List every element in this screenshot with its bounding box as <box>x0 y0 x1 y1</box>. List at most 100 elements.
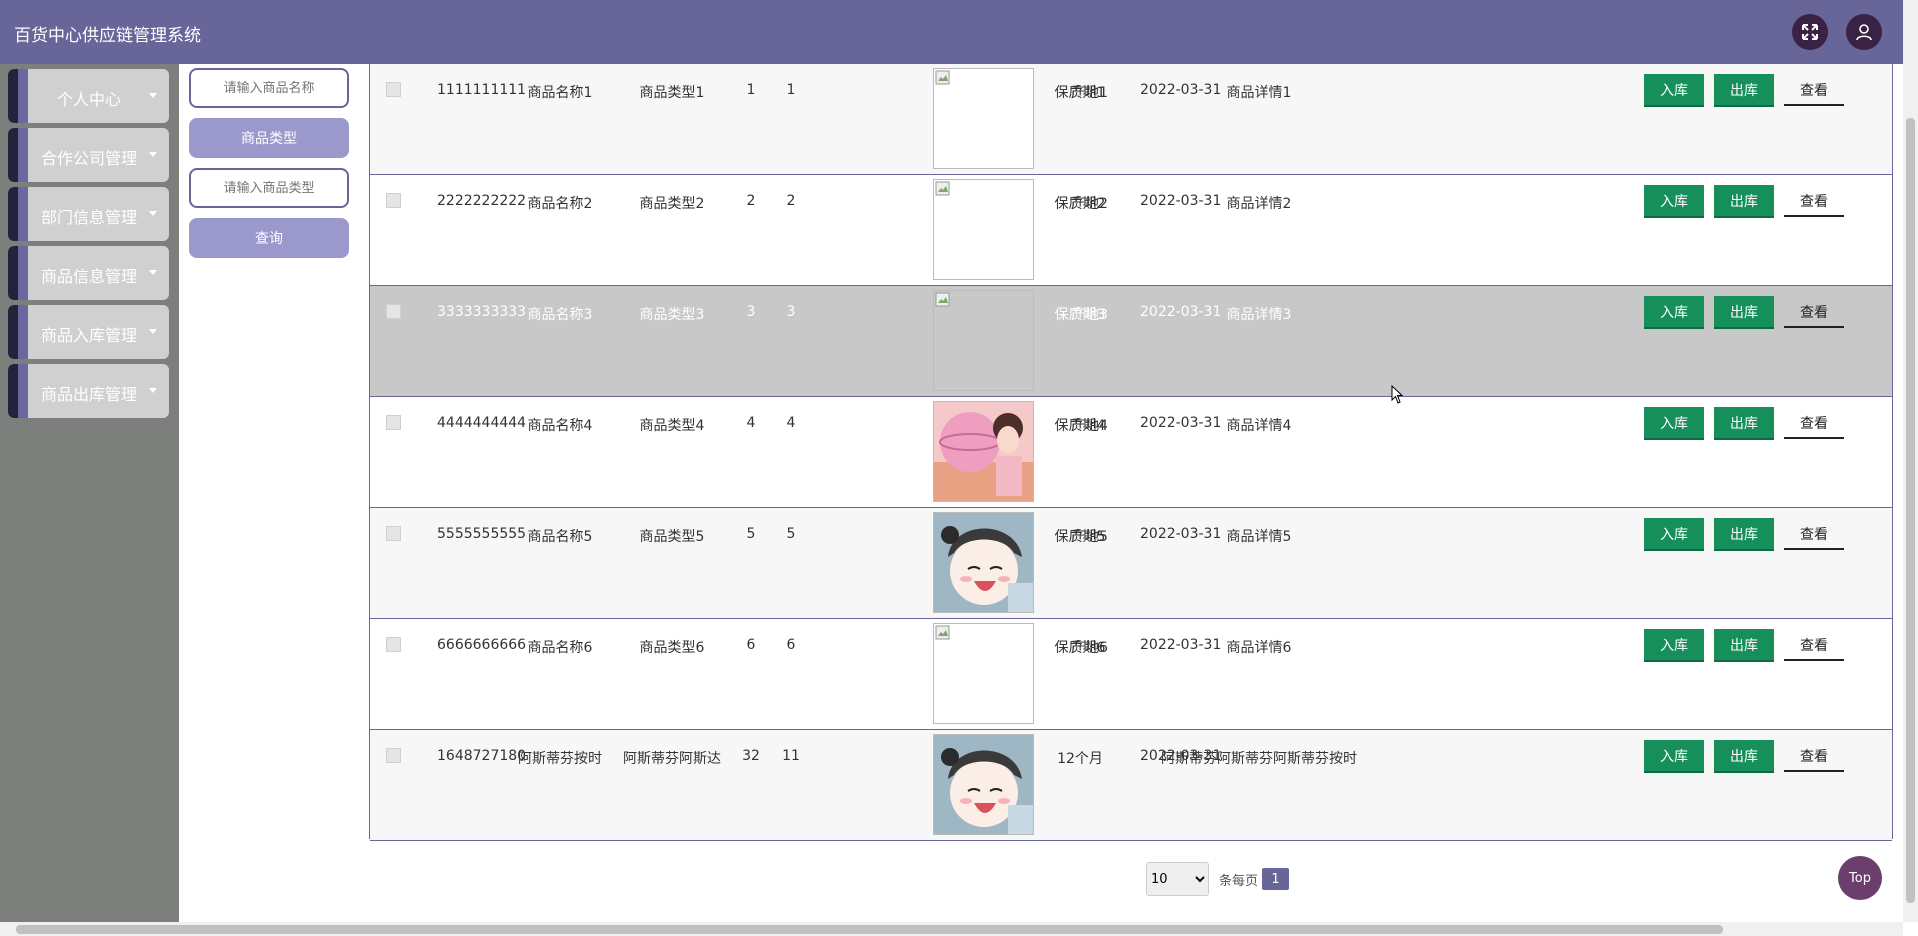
sidebar-item-stock-out[interactable]: 商品出库管理 <box>8 364 169 418</box>
product-shelf-life: 保质期2 <box>1054 196 1106 212</box>
row-checkbox[interactable] <box>386 637 401 652</box>
product-quantity: 32 <box>742 748 760 764</box>
sidebar-item-label: 部门信息管理 <box>41 208 138 227</box>
app-title: 百货中心供应链管理系统 <box>14 26 201 46</box>
user-button[interactable] <box>1846 14 1882 50</box>
page-size-select[interactable]: 10 <box>1146 862 1209 896</box>
product-name-input[interactable] <box>189 68 349 108</box>
product-image <box>933 179 1034 280</box>
product-image <box>933 401 1034 502</box>
sidebar-item-personal-center[interactable]: 个人中心 <box>8 69 169 123</box>
query-button[interactable]: 查询 <box>189 218 349 258</box>
sidebar-item-label: 合作公司管理 <box>41 149 138 168</box>
sidebar-item-label: 个人中心 <box>57 90 122 109</box>
stock-in-button[interactable]: 入库 <box>1644 629 1704 662</box>
expand-icon <box>1802 24 1818 40</box>
broken-image-icon <box>935 70 950 85</box>
view-button[interactable]: 查看 <box>1784 76 1844 106</box>
product-date: 2022-03-31 <box>1140 415 1222 431</box>
sidebar-item-partner-companies[interactable]: 合作公司管理 <box>8 128 169 182</box>
product-name: 商品名称1 <box>527 85 593 101</box>
chevron-down-icon <box>149 329 157 334</box>
table-row: 4444444444 商品名称4 商品类型4 4 4 产地4 2022-03-3… <box>370 397 1892 508</box>
product-date: 2022-03-31 <box>1140 526 1222 542</box>
menu-accent <box>18 305 28 359</box>
sidebar: 个人中心 合作公司管理 部门信息管理 商品信息管理 商品入库管理 商品出库管理 <box>0 64 179 922</box>
scroll-thumb[interactable] <box>16 925 1723 934</box>
chevron-down-icon <box>149 93 157 98</box>
user-icon <box>1856 24 1872 41</box>
stock-in-button[interactable]: 入库 <box>1644 296 1704 329</box>
stock-in-button[interactable]: 入库 <box>1644 185 1704 218</box>
row-checkbox[interactable] <box>386 304 401 319</box>
product-id: 1111111111 <box>437 82 527 98</box>
product-stock: 2 <box>786 193 796 209</box>
per-page-label: 条每页 <box>1219 873 1259 889</box>
product-date: 2022-03-31 <box>1140 193 1222 209</box>
stock-in-button[interactable]: 入库 <box>1644 74 1704 107</box>
sidebar-item-products[interactable]: 商品信息管理 <box>8 246 169 300</box>
menu-accent <box>18 128 28 182</box>
stock-out-button[interactable]: 出库 <box>1714 74 1774 107</box>
product-date: 2022-03-31 <box>1140 304 1222 320</box>
product-id: 4444444444 <box>437 415 527 431</box>
fullscreen-button[interactable] <box>1792 14 1828 50</box>
product-type-button[interactable]: 商品类型 <box>189 118 349 158</box>
vertical-scrollbar[interactable] <box>1903 0 1918 922</box>
chevron-down-icon <box>149 270 157 275</box>
stock-out-button[interactable]: 出库 <box>1714 518 1774 551</box>
view-button[interactable]: 查看 <box>1784 631 1844 661</box>
product-stock: 5 <box>786 526 796 542</box>
product-stock: 1 <box>786 82 796 98</box>
sidebar-item-stock-in[interactable]: 商品入库管理 <box>8 305 169 359</box>
stock-out-button[interactable]: 出库 <box>1714 740 1774 773</box>
product-detail: 商品详情3 <box>1226 307 1292 323</box>
back-to-top-button[interactable]: Top <box>1838 856 1882 900</box>
view-button[interactable]: 查看 <box>1784 520 1844 550</box>
row-checkbox[interactable] <box>386 748 401 763</box>
product-type-input[interactable] <box>189 168 349 208</box>
sidebar-item-departments[interactable]: 部门信息管理 <box>8 187 169 241</box>
filter-panel: 商品类型 查询 <box>189 68 349 258</box>
product-image <box>933 623 1034 724</box>
stock-out-button[interactable]: 出库 <box>1714 185 1774 218</box>
page-1-button[interactable]: 1 <box>1262 868 1290 890</box>
stock-in-button[interactable]: 入库 <box>1644 518 1704 551</box>
stock-in-button[interactable]: 入库 <box>1644 740 1704 773</box>
product-id: 5555555555 <box>437 526 527 542</box>
row-checkbox[interactable] <box>386 415 401 430</box>
horizontal-scrollbar[interactable] <box>0 922 1903 936</box>
row-checkbox[interactable] <box>386 82 401 97</box>
product-shelf-life: 保质期5 <box>1054 529 1106 545</box>
product-shelf-life: 保质期3 <box>1054 307 1106 323</box>
menu-accent <box>18 246 28 300</box>
view-button[interactable]: 查看 <box>1784 742 1844 772</box>
table-row: 2222222222 商品名称2 商品类型2 2 2 产地2 2022-03-3… <box>370 175 1892 286</box>
stock-out-button[interactable]: 出库 <box>1714 629 1774 662</box>
row-checkbox[interactable] <box>386 193 401 208</box>
product-type: 商品类型6 <box>639 640 705 656</box>
scroll-thumb[interactable] <box>1906 118 1915 903</box>
stock-out-button[interactable]: 出库 <box>1714 296 1774 329</box>
product-detail: 商品详情1 <box>1226 85 1292 101</box>
product-id: 1648727180 <box>437 748 527 764</box>
product-name: 阿斯蒂芬按时 <box>518 751 602 767</box>
sidebar-item-label: 商品信息管理 <box>41 267 138 286</box>
row-checkbox[interactable] <box>386 526 401 541</box>
product-quantity: 2 <box>746 193 756 209</box>
product-name: 商品名称3 <box>527 307 593 323</box>
view-button[interactable]: 查看 <box>1784 298 1844 328</box>
sidebar-item-label: 商品入库管理 <box>41 326 138 345</box>
view-button[interactable]: 查看 <box>1784 187 1844 217</box>
stock-in-button[interactable]: 入库 <box>1644 407 1704 440</box>
product-image <box>933 68 1034 169</box>
product-photo <box>934 735 1033 834</box>
product-shelf-life: 保质期1 <box>1054 85 1106 101</box>
stock-out-button[interactable]: 出库 <box>1714 407 1774 440</box>
view-button[interactable]: 查看 <box>1784 409 1844 439</box>
product-detail: 商品详情5 <box>1226 529 1292 545</box>
product-image <box>933 734 1034 835</box>
product-type: 商品类型4 <box>639 418 705 434</box>
table-row: 3333333333 商品名称3 商品类型3 3 3 产地3 2022-03-3… <box>370 286 1892 397</box>
product-stock: 6 <box>786 637 796 653</box>
